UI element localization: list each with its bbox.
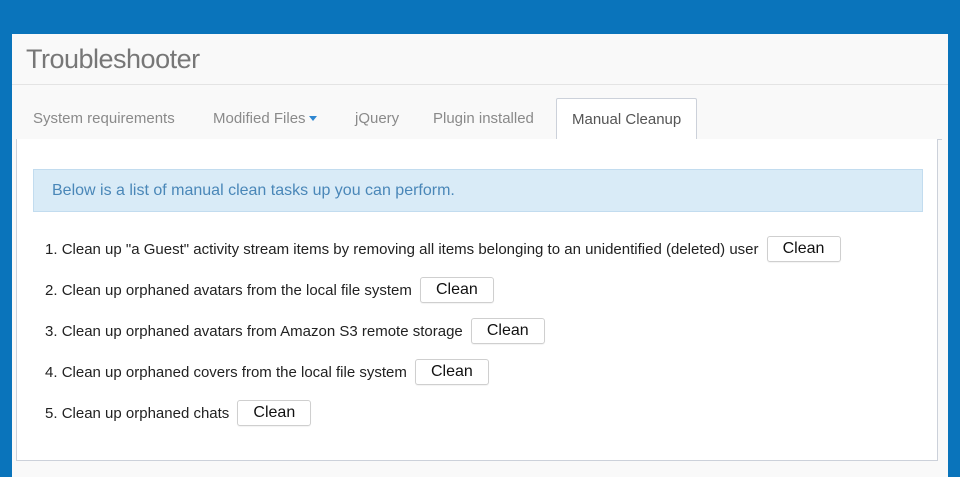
task-description: Clean up orphaned covers from the local … <box>61 364 407 381</box>
task-description: Clean up orphaned avatars from Amazon S3… <box>61 323 463 340</box>
tab-plugin-installed[interactable]: Plugin installed <box>418 98 549 139</box>
info-alert: Below is a list of manual clean tasks up… <box>33 169 923 212</box>
task-description: Clean up "a Guest" activity stream items… <box>61 241 759 258</box>
task-text: 2. Clean up orphaned avatars from the lo… <box>45 277 412 299</box>
tab-label: Plugin installed <box>433 110 534 127</box>
tab-label: System requirements <box>33 110 175 127</box>
list-item: 1. Clean up "a Guest" activity stream it… <box>45 236 841 277</box>
list-item: 5. Clean up orphaned chats Clean <box>45 400 841 441</box>
panel-header: Troubleshooter <box>12 34 948 85</box>
cleanup-task-list: 1. Clean up "a Guest" activity stream it… <box>45 236 841 441</box>
tab-label: jQuery <box>355 110 400 127</box>
task-description: Clean up orphaned avatars from the local… <box>61 282 412 299</box>
tab-manual-cleanup[interactable]: Manual Cleanup <box>556 98 698 140</box>
tab-label: Manual Cleanup <box>572 111 682 128</box>
task-text: 5. Clean up orphaned chats <box>45 400 229 422</box>
list-item: 4. Clean up orphaned covers from the loc… <box>45 359 841 400</box>
task-text: 4. Clean up orphaned covers from the loc… <box>45 359 407 381</box>
clean-button[interactable]: Clean <box>414 359 489 385</box>
troubleshooter-panel: Troubleshooter System requirements Modif… <box>12 34 948 477</box>
task-description: Clean up orphaned chats <box>61 405 230 422</box>
tab-label: Modified Files <box>213 110 306 127</box>
page-title: Troubleshooter <box>26 44 200 74</box>
task-number: 5. <box>45 405 58 422</box>
task-number: 4. <box>45 364 58 381</box>
caret-down-icon <box>308 115 317 121</box>
tab-modified-files[interactable]: Modified Files <box>198 98 332 139</box>
task-number: 2. <box>45 282 58 299</box>
clean-button[interactable]: Clean <box>766 236 841 262</box>
task-number: 3. <box>45 323 58 340</box>
list-item: 3. Clean up orphaned avatars from Amazon… <box>45 318 841 359</box>
list-item: 2. Clean up orphaned avatars from the lo… <box>45 277 841 318</box>
task-text: 3. Clean up orphaned avatars from Amazon… <box>45 318 463 340</box>
tab-bar: System requirements Modified Files jQuer… <box>16 98 942 140</box>
tab-content-manual-cleanup: Below is a list of manual clean tasks up… <box>16 139 938 461</box>
tab-system-requirements[interactable]: System requirements <box>18 98 190 139</box>
tab-jquery[interactable]: jQuery <box>340 98 414 139</box>
clean-button[interactable]: Clean <box>237 400 312 426</box>
task-number: 1. <box>45 241 58 258</box>
clean-button[interactable]: Clean <box>419 277 494 303</box>
clean-button[interactable]: Clean <box>470 318 545 344</box>
task-text: 1. Clean up "a Guest" activity stream it… <box>45 236 759 258</box>
